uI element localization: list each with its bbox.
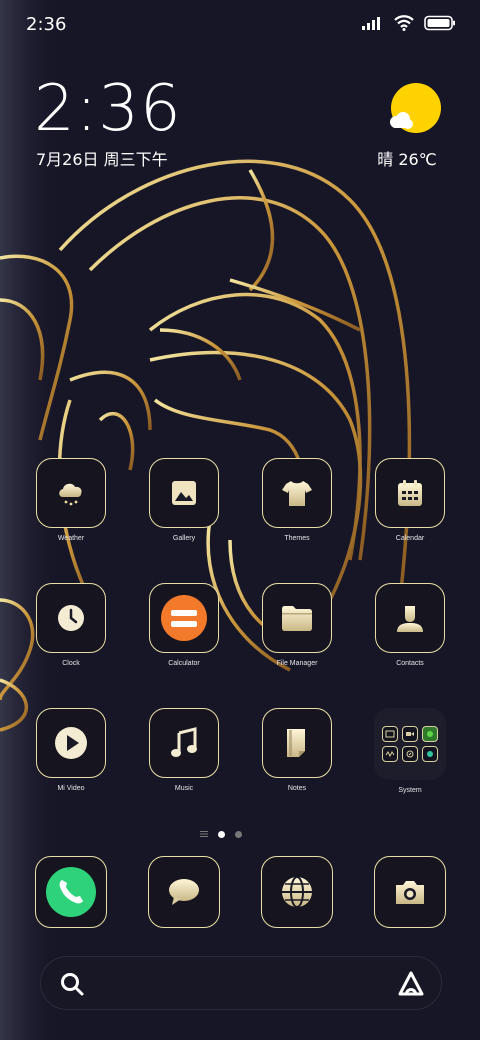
app-tile[interactable] <box>262 583 332 653</box>
mini-icon <box>402 726 418 742</box>
app-tile[interactable] <box>375 583 445 653</box>
app-label: Themes <box>284 535 310 542</box>
gallery-image-icon <box>172 481 196 505</box>
app-label: Clock <box>62 660 80 667</box>
app-mi-video[interactable]: Mi Video <box>21 708 121 792</box>
app-tile[interactable] <box>148 856 220 928</box>
app-tile[interactable] <box>149 708 219 778</box>
assistant-button[interactable] <box>397 970 425 1002</box>
note-icon <box>287 729 305 757</box>
app-tile[interactable] <box>375 458 445 528</box>
app-row: Weather Gallery Themes Calendar <box>0 458 480 568</box>
app-label: Mi Video <box>57 785 85 792</box>
app-label: Music <box>174 785 194 792</box>
app-tile[interactable] <box>374 856 446 928</box>
battery-icon <box>424 15 455 31</box>
app-label: File Manager <box>276 660 318 667</box>
dock-phone[interactable] <box>21 856 121 928</box>
app-label: Gallery <box>172 535 196 542</box>
app-music[interactable]: Music <box>134 708 234 792</box>
app-gallery[interactable]: Gallery <box>134 458 234 542</box>
app-contacts[interactable]: Contacts <box>360 583 460 667</box>
mini-icon <box>422 726 438 742</box>
app-row: Clock Calculator File Manager Contacts <box>0 583 480 693</box>
app-label: Calendar <box>395 535 425 542</box>
mini-icon <box>422 746 438 762</box>
app-label: Weather <box>57 535 85 542</box>
page-dot <box>235 830 242 838</box>
app-notes[interactable]: Notes <box>247 708 347 792</box>
app-label: Contacts <box>396 660 424 667</box>
mini-icon <box>402 746 418 762</box>
app-tile[interactable] <box>262 708 332 778</box>
app-themes[interactable]: Themes <box>247 458 347 542</box>
app-tile[interactable] <box>36 458 106 528</box>
calculator-icon <box>161 595 207 641</box>
app-label: Notes <box>287 785 307 792</box>
app-weather[interactable]: Weather <box>21 458 121 542</box>
app-row: Mi Video Music Notes System <box>0 708 480 818</box>
play-icon <box>55 727 87 759</box>
search-bar[interactable] <box>40 956 442 1010</box>
signal-icon <box>362 17 380 30</box>
clock-date: 7月26日 周三下午 <box>36 150 168 169</box>
contact-person-icon <box>397 606 423 632</box>
browser-globe-icon <box>282 876 312 908</box>
app-calculator[interactable]: Calculator <box>134 583 234 667</box>
camera-icon <box>396 881 424 904</box>
tshirt-icon <box>282 481 312 506</box>
clock-time: 2:36 <box>34 72 182 146</box>
page-dot-active <box>218 830 225 838</box>
folder-icon <box>282 606 312 631</box>
app-label: Calculator <box>168 660 200 667</box>
phone-icon <box>46 867 96 917</box>
app-tile[interactable] <box>36 708 106 778</box>
search-button[interactable] <box>59 971 85 1001</box>
app-tile[interactable] <box>262 458 332 528</box>
clock-icon <box>58 605 84 631</box>
weather-temperature: 晴 26℃ <box>377 150 437 169</box>
dock-browser[interactable] <box>247 856 347 928</box>
mini-icon <box>382 746 398 762</box>
assistant-icon <box>398 971 424 996</box>
status-icons <box>362 15 456 31</box>
weather-widget[interactable]: 晴 26℃ <box>377 82 444 170</box>
menu-lines-icon <box>200 831 208 837</box>
message-bubble-icon <box>169 879 199 905</box>
app-tile[interactable] <box>261 856 333 928</box>
mini-icon <box>382 726 398 742</box>
folder-system-icon[interactable] <box>374 708 446 780</box>
app-tile[interactable] <box>149 583 219 653</box>
status-bar: 2:36 <box>0 0 480 50</box>
calendar-icon <box>398 480 422 506</box>
search-icon <box>61 973 84 996</box>
app-calendar[interactable]: Calendar <box>360 458 460 542</box>
app-clock[interactable]: Clock <box>21 583 121 667</box>
wifi-icon <box>394 15 414 31</box>
app-tile[interactable] <box>149 458 219 528</box>
app-system-folder[interactable]: System <box>360 708 460 794</box>
dock-camera[interactable] <box>360 856 460 928</box>
status-time: 2:36 <box>26 14 67 35</box>
app-tile[interactable] <box>35 856 107 928</box>
partly-sunny-icon <box>390 83 441 133</box>
app-tile[interactable] <box>36 583 106 653</box>
music-note-icon <box>171 727 197 757</box>
clock-widget[interactable]: 2:36 7月26日 周三下午 <box>34 74 182 170</box>
dock <box>0 856 480 930</box>
page-indicator[interactable] <box>200 830 242 838</box>
weather-cloud-snow-icon <box>59 483 82 506</box>
app-file-manager[interactable]: File Manager <box>247 583 347 667</box>
dock-messaging[interactable] <box>134 856 234 928</box>
app-label: System <box>398 787 422 794</box>
